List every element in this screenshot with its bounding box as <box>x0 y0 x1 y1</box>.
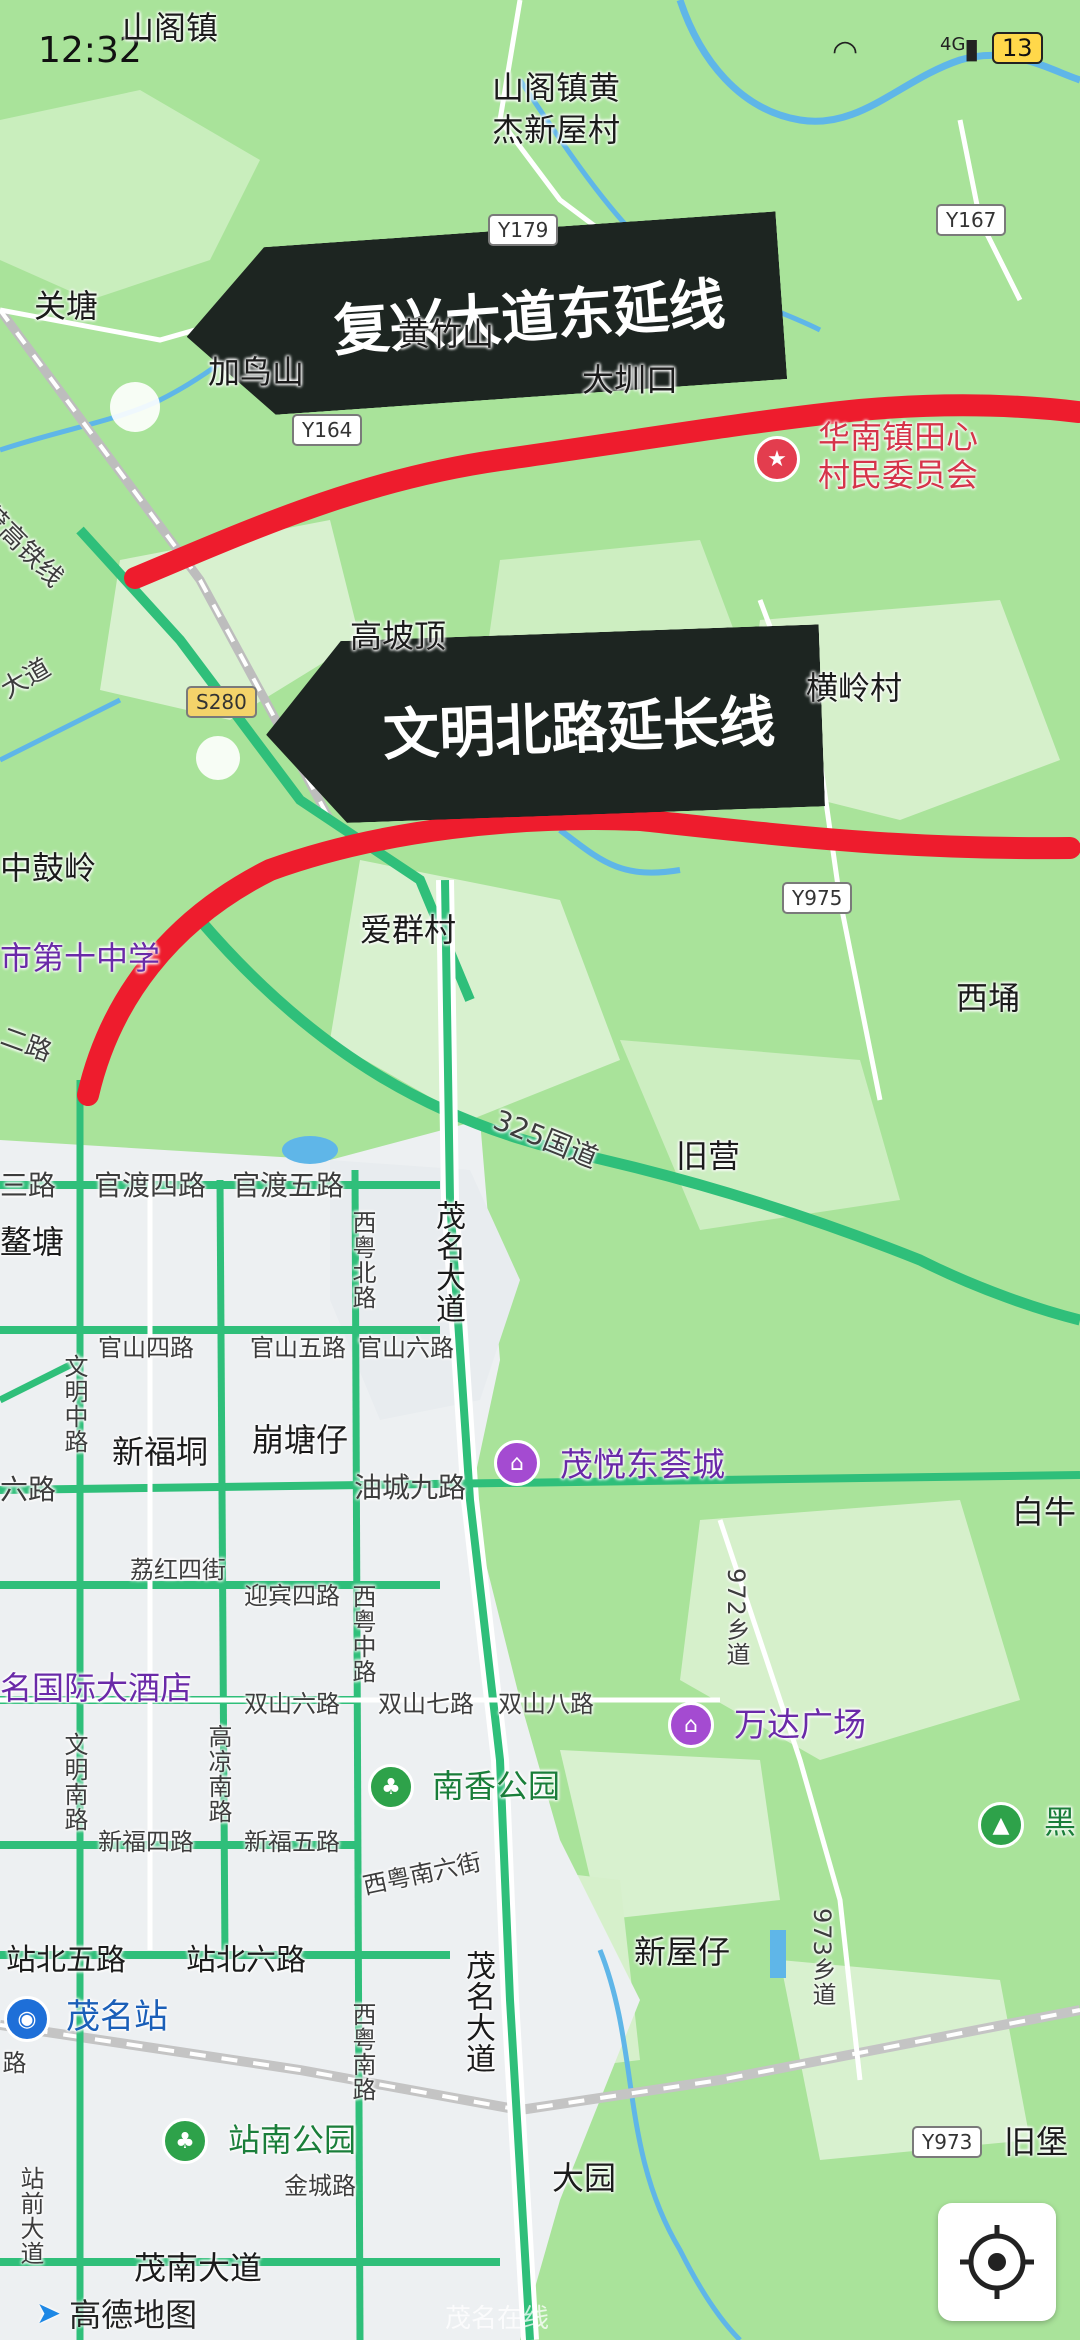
banner-wenming: 文明北路延长线 <box>263 624 825 825</box>
network-label: 4G <box>940 34 966 55</box>
label-jinchenglu: 金城路 <box>284 2172 356 2200</box>
shield-y167: Y167 <box>936 204 1007 236</box>
mall-pin-icon[interactable]: ⌂ <box>668 1702 714 1748</box>
label-zhanqiandadao: 站前大道 <box>16 2166 44 2266</box>
shield-y975: Y975 <box>782 882 853 914</box>
shield-y973: Y973 <box>912 2126 983 2158</box>
label-maonandadao: 茂南大道 <box>134 2249 263 2287</box>
locate-button[interactable] <box>938 2203 1056 2321</box>
park-pin-icon[interactable]: ♣ <box>162 2118 208 2164</box>
label-guanshan4: 官山四路 <box>98 1334 194 1362</box>
label-aiquncun: 爱群村 <box>360 911 457 949</box>
label-sanlu: 三路 <box>0 1169 57 1202</box>
battery-icon: 13 <box>992 32 1043 64</box>
wifi-icon: ◠ <box>832 34 859 69</box>
label-xinwuzai: 新屋仔 <box>634 1933 731 1971</box>
label-guantang: 关塘 <box>34 287 99 325</box>
label-xiyuezhonglu: 西粤中路 <box>348 1584 376 1684</box>
label-gaopoding: 高坡顶 <box>350 617 447 655</box>
watermark: 茂名在线 <box>445 2304 550 2334</box>
label-xiyuenanlu: 西粤南路 <box>348 2002 376 2102</box>
label-shuangshan6: 双山六路 <box>244 1690 340 1718</box>
label-dishizhongxue: 市第十中学 <box>0 939 161 977</box>
label-bainiu: 白牛 <box>1012 1493 1077 1531</box>
poi-nanxianggongyuan[interactable]: 南香公园 <box>432 1770 560 1802</box>
label-zhanbei6: 站北六路 <box>186 1943 306 1978</box>
label-lu: 路 <box>0 2050 26 2075</box>
label-lihong4: 荔红四街 <box>130 1556 226 1584</box>
mountain-pin-icon[interactable]: ▲ <box>978 1802 1024 1848</box>
label-973xiangdao: 973乡道 <box>808 1908 836 2007</box>
label-zhanbei5: 站北五路 <box>6 1943 126 1978</box>
poi-zhannangongyuan[interactable]: 站南公园 <box>228 2124 356 2156</box>
label-xiyuebeilu: 西粤北路 <box>348 1210 376 1310</box>
label-972xiangdao: 972乡道 <box>722 1568 750 1667</box>
label-xinfu5: 新福五路 <box>244 1828 340 1856</box>
label-wenmingnanlu: 文明南路 <box>60 1732 88 1832</box>
label-hei: 黑 <box>1044 1803 1077 1841</box>
label-gaoliangnanlu: 高凉南路 <box>204 1724 232 1824</box>
label-shuangshan7: 双山七路 <box>378 1690 474 1718</box>
poi-maomingzhan[interactable]: 茂名站 <box>66 2000 168 2034</box>
label-shuangshan8: 双山八路 <box>498 1690 594 1718</box>
label-xinfudong: 新福垌 <box>112 1433 209 1471</box>
label-guanshan6: 官山六路 <box>358 1334 454 1362</box>
label-shangezhen: 山阁镇 <box>122 9 219 47</box>
battery-level: 13 <box>1002 34 1033 62</box>
label-bengtangzai: 崩塘仔 <box>252 1421 349 1459</box>
station-pin-icon[interactable]: ◉ <box>4 1996 50 2042</box>
label-maomingdadao-south: 茂名大道 <box>460 1950 495 2074</box>
label-yingbin4: 迎宾四路 <box>244 1582 340 1610</box>
amap-logo-text: 高德地图 <box>69 2296 198 2334</box>
label-jianiaoshan: 加鸟山 <box>208 353 305 391</box>
label-jiexinwucun: 杰新屋村 <box>492 111 621 149</box>
label-jiubao: 旧堡 <box>1004 2123 1069 2161</box>
label-jiuying: 旧营 <box>676 1137 741 1175</box>
crosshair-icon <box>960 2225 1034 2299</box>
label-guojidajiudian: 名国际大酒店 <box>0 1669 193 1707</box>
poi-wandaguangchang[interactable]: 万达广场 <box>734 1708 866 1741</box>
label-shangezhenhuang: 山阁镇黄 <box>492 69 621 107</box>
poi-cunminweiyuanhui[interactable]: 村民委员会 <box>818 456 978 494</box>
signal-icon: ▮ <box>964 32 980 65</box>
label-guanshan5: 官山五路 <box>250 1334 346 1362</box>
label-wenmingzhonglu: 文明中路 <box>60 1354 88 1454</box>
label-huangzhushan: 黄竹山 <box>398 315 495 353</box>
label-guandu5: 官渡五路 <box>232 1169 345 1202</box>
label-xiyong: 西埇 <box>956 979 1021 1017</box>
label-xinfu4: 新福四路 <box>98 1828 194 1856</box>
mall-pin-icon[interactable]: ⌂ <box>494 1440 540 1486</box>
label-guandu4: 官渡四路 <box>94 1169 207 1202</box>
poi-maoyuedonghuicheng[interactable]: 茂悦东荟城 <box>560 1448 725 1481</box>
label-aotang: 鳌塘 <box>0 1223 65 1261</box>
label-maomingdadao-north: 茂名大道 <box>430 1200 465 1324</box>
label-zhongguling: 中鼓岭 <box>0 849 97 887</box>
amap-logo: ➤ 高德地图 <box>36 2290 197 2336</box>
label-dayuan: 大园 <box>552 2159 617 2197</box>
shield-y164: Y164 <box>292 414 363 446</box>
banner-wenming-label: 文明北路延长线 <box>382 689 777 769</box>
label-youcheng9: 油城九路 <box>354 1471 467 1504</box>
poi-tianxin[interactable]: 华南镇田心 <box>818 418 978 456</box>
label-dazhenkou: 大圳口 <box>582 361 679 399</box>
shield-y179: Y179 <box>488 214 559 246</box>
navigation-arrow-icon: ➤ <box>36 2295 62 2331</box>
label-liulu: 六路 <box>0 1473 57 1506</box>
committee-pin-icon[interactable]: ★ <box>754 436 800 482</box>
label-henglingcun: 横岭村 <box>806 669 903 707</box>
shield-s280: S280 <box>186 686 257 718</box>
park-pin-icon[interactable]: ♣ <box>368 1764 414 1810</box>
